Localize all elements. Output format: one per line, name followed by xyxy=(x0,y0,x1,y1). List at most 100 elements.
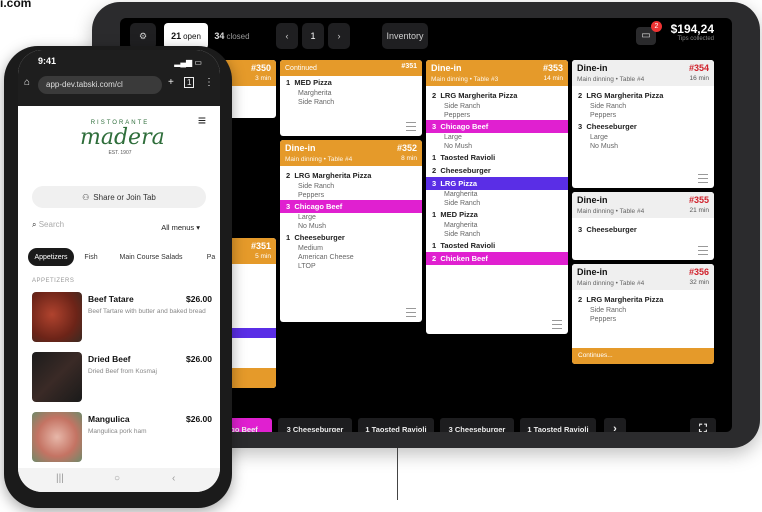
closed-count: 34 xyxy=(214,31,225,41)
line-item-highlighted: 3 Chicago Beef xyxy=(280,200,422,213)
order-time: 5 min xyxy=(255,253,271,260)
line-item: 1 Taosted Ravioli xyxy=(432,153,496,162)
share-join-tab-button[interactable]: ⚇ Share or Join Tab xyxy=(32,186,206,208)
dish-description: Dried Beef from Kosmaj xyxy=(88,368,157,375)
continues-footer: Continues... xyxy=(572,348,714,364)
section-title: APPETIZERS xyxy=(32,278,75,284)
menu-search[interactable]: ⌕ Search All menus ▾ xyxy=(32,220,206,238)
modifier: No Mush xyxy=(590,143,619,150)
category-tab-fish[interactable]: Fish xyxy=(78,248,104,266)
order-card-356[interactable]: Dine-in #356 Main dinning • Table #4 32 min… xyxy=(572,264,714,364)
order-type: Dine-in xyxy=(285,143,316,153)
open-count: 21 xyxy=(171,31,182,41)
tab-closed[interactable]: 34 closed xyxy=(210,23,254,49)
all-menus-dropdown[interactable]: All menus ▾ xyxy=(161,223,200,232)
order-card-355[interactable]: Dine-in #355 Main dinning • Table #4 21 min… xyxy=(572,192,714,260)
browser-menu-icon[interactable]: ⋮ xyxy=(204,77,214,88)
open-label: open xyxy=(183,31,201,41)
category-tab-main-course[interactable]: Main Course Salads xyxy=(108,248,194,266)
home-icon[interactable]: ⌂ xyxy=(24,77,30,88)
home-circle-icon[interactable]: ○ xyxy=(114,473,120,484)
messages-icon[interactable]: ▭ 2 xyxy=(636,21,662,45)
card-menu-icon[interactable] xyxy=(698,246,708,255)
dish-item[interactable]: Beef Tatare $26.00 Beef Tartare with but… xyxy=(32,292,212,344)
android-nav-bar: ||| ○ ‹ xyxy=(18,468,220,492)
modifier: American Cheese xyxy=(298,254,354,261)
line-item: 3 Cheeseburger xyxy=(578,225,637,234)
prev-page-chevron-icon[interactable]: ‹ xyxy=(276,23,298,49)
modifier: Peppers xyxy=(444,112,471,119)
dish-photo xyxy=(32,352,82,402)
recents-icon[interactable]: ||| xyxy=(56,473,64,484)
order-card-351-continued[interactable]: Continued #351 1 MED Pizza Margherita Sid… xyxy=(280,60,422,136)
line-item-highlighted: 3 LRG Pizza xyxy=(426,177,568,190)
dish-name: Mangulica xyxy=(88,414,130,424)
summary-chip[interactable]: 3 Cheeseburger xyxy=(278,418,352,432)
modifier: Medium xyxy=(298,245,323,252)
order-type: Dine-in xyxy=(431,63,462,73)
dish-item[interactable]: Mangulica $26.00 Mangulica pork ham xyxy=(32,412,212,464)
line-item: 2 LRG Margherita Pizza xyxy=(578,295,664,304)
modifier: Side Ranch xyxy=(444,103,481,110)
tablet-stand xyxy=(397,448,398,500)
order-time: 3 min xyxy=(255,75,271,82)
share-label: Share or Join Tab xyxy=(93,192,156,202)
card-menu-icon[interactable] xyxy=(406,308,416,317)
modifier: Peppers xyxy=(590,316,617,323)
back-chevron-icon[interactable]: ‹ xyxy=(172,473,175,484)
card-menu-icon[interactable] xyxy=(406,122,416,131)
summary-chip[interactable]: 1 Taosted Ravioli xyxy=(358,418,434,432)
order-number: #354 xyxy=(688,63,709,73)
restaurant-logo: RISTORANTE madera EST. 1907 xyxy=(80,120,165,156)
order-type: Continued xyxy=(285,65,317,72)
order-number: #351 xyxy=(401,63,417,70)
line-item: 1 MED Pizza xyxy=(432,210,478,219)
modifier: Side Ranch xyxy=(590,103,627,110)
inventory-button[interactable]: Inventory xyxy=(382,23,428,49)
dish-item[interactable]: Dried Beef $26.00 Dried Beef from Kosmaj xyxy=(32,352,212,404)
modifier: LTOP xyxy=(298,263,316,270)
order-type: Dine-in xyxy=(577,63,608,73)
chips-next-chevron-icon[interactable]: › xyxy=(604,418,626,432)
order-card-352[interactable]: Dine-in #352 Main dinning • Table #4 8 min … xyxy=(280,140,422,322)
order-number: #350 xyxy=(250,63,271,73)
modifier: Large xyxy=(298,214,316,221)
line-item: 2 LRG Margherita Pizza xyxy=(432,91,518,100)
modifier: Large xyxy=(444,134,462,141)
card-header: Dine-in #353 Main dinning • Table #3 14 min xyxy=(426,60,568,86)
order-card-353[interactable]: Dine-in #353 Main dinning • Table #3 14 min… xyxy=(426,60,568,334)
people-icon: ⚇ xyxy=(82,192,90,202)
line-item: 2 LRG Margherita Pizza xyxy=(286,171,372,180)
tab-count[interactable]: 1 xyxy=(184,77,195,88)
closed-label: closed xyxy=(226,31,250,41)
fullscreen-icon[interactable]: ⛶ xyxy=(690,418,716,432)
line-item: 1 Taosted Ravioli xyxy=(432,241,496,250)
line-item-highlighted: 2 Chicken Beef xyxy=(426,252,568,265)
signal-battery-icon: ▂▄▆ ▭ xyxy=(174,58,202,67)
order-time: 16 min xyxy=(689,75,709,82)
line-item: 2 LRG Margherita Pizza xyxy=(578,91,664,100)
category-tab-appetizers[interactable]: Appetizers xyxy=(28,248,74,266)
card-menu-icon[interactable] xyxy=(552,320,562,329)
modifier: Side Ranch xyxy=(590,307,627,314)
summary-chip[interactable]: 1 Taosted Ravioli xyxy=(520,418,596,432)
card-menu-icon[interactable] xyxy=(698,174,708,183)
modifier: Margherita xyxy=(298,90,332,97)
order-card-354[interactable]: Dine-in #354 Main dinning • Table #4 16 min… xyxy=(572,60,714,188)
order-type: Dine-in xyxy=(577,267,608,277)
modifier: No Mush xyxy=(298,223,327,230)
new-tab-plus-icon[interactable]: + xyxy=(168,77,174,88)
next-page-chevron-icon[interactable]: › xyxy=(328,23,350,49)
line-item-highlighted: 3 Chicago Beef xyxy=(426,120,568,133)
url-field[interactable]: app-dev.tabski.com/cl xyxy=(38,76,162,94)
order-time: 21 min xyxy=(689,207,709,214)
category-tab-more[interactable]: Pa xyxy=(196,248,220,266)
order-number: #351 xyxy=(250,241,271,251)
summary-chip[interactable]: 3 Cheeseburger xyxy=(440,418,514,432)
modifier: Margherita xyxy=(444,191,478,198)
modifier: Side Ranch xyxy=(298,183,335,190)
card-header: Continued #351 xyxy=(280,60,422,76)
order-time: 14 min xyxy=(543,75,563,82)
card-header: Dine-in #356 Main dinning • Table #4 32 min xyxy=(572,264,714,290)
hamburger-menu-icon[interactable]: ≡ xyxy=(198,112,206,128)
